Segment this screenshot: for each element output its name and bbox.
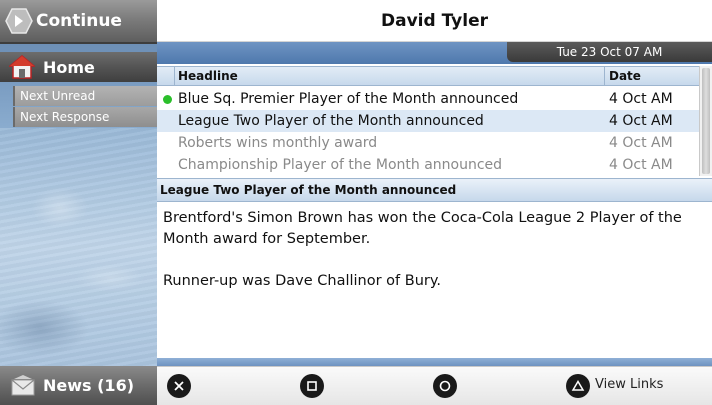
next-unread-button[interactable]: Next Unread bbox=[13, 86, 157, 106]
home-icon bbox=[7, 55, 37, 79]
news-button[interactable]: News (16) bbox=[0, 366, 157, 405]
view-links-label[interactable]: View Links bbox=[595, 377, 663, 392]
row-date: 4 Oct AM bbox=[609, 135, 673, 151]
sidebar-background-photo bbox=[0, 128, 157, 366]
row-date: 4 Oct AM bbox=[609, 113, 673, 129]
unread-dot-icon bbox=[163, 95, 172, 104]
scrollbar-thumb[interactable] bbox=[702, 68, 710, 174]
table-scrollbar[interactable] bbox=[699, 66, 712, 176]
table-row[interactable]: Championship Player of the Month announc… bbox=[157, 154, 699, 176]
article-body: Brentford's Simon Brown has won the Coca… bbox=[157, 202, 712, 358]
next-response-button[interactable]: Next Response bbox=[13, 107, 157, 127]
current-date-badge: Tue 23 Oct 07 AM bbox=[507, 42, 712, 62]
article-paragraph: Brentford's Simon Brown has won the Coca… bbox=[163, 210, 682, 247]
home-label: Home bbox=[43, 57, 95, 77]
row-headline: Roberts wins monthly award bbox=[178, 135, 378, 151]
sidebar: Continue Home Next Unread Next Response … bbox=[0, 0, 157, 405]
row-date: 4 Oct AM bbox=[609, 91, 673, 107]
column-header-headline[interactable]: Headline bbox=[178, 69, 238, 83]
date-strip: Tue 23 Oct 07 AM bbox=[157, 42, 712, 64]
article-paragraph: Runner-up was Dave Challinor of Bury. bbox=[163, 273, 441, 289]
table-header: Headline Date bbox=[157, 66, 699, 86]
row-date: 4 Oct AM bbox=[609, 157, 673, 173]
cross-button-icon[interactable] bbox=[167, 374, 191, 398]
row-headline: Championship Player of the Month announc… bbox=[178, 157, 503, 173]
article-title: League Two Player of the Month announced bbox=[157, 178, 712, 202]
page-title: David Tyler bbox=[157, 0, 712, 42]
news-table: Headline Date Blue Sq. Premier Player of… bbox=[157, 64, 699, 176]
column-divider bbox=[174, 67, 175, 85]
envelope-icon bbox=[10, 374, 36, 397]
table-row[interactable]: Blue Sq. Premier Player of the Month ann… bbox=[157, 88, 699, 110]
column-header-date[interactable]: Date bbox=[607, 69, 641, 83]
square-button-icon[interactable] bbox=[300, 374, 324, 398]
column-divider bbox=[604, 67, 605, 85]
button-prompt-bar: View Links bbox=[157, 366, 712, 405]
continue-label: Continue bbox=[36, 11, 122, 31]
table-row[interactable]: Roberts wins monthly award 4 Oct AM bbox=[157, 132, 699, 154]
news-label: News (16) bbox=[43, 376, 135, 395]
circle-button-icon[interactable] bbox=[433, 374, 457, 398]
row-headline: Blue Sq. Premier Player of the Month ann… bbox=[178, 91, 519, 107]
continue-button[interactable]: Continue bbox=[0, 0, 157, 44]
home-button[interactable]: Home bbox=[0, 52, 157, 82]
row-headline: League Two Player of the Month announced bbox=[178, 113, 484, 129]
table-row-selected[interactable]: League Two Player of the Month announced… bbox=[157, 110, 699, 132]
continue-arrow-icon bbox=[4, 6, 34, 36]
triangle-button-icon[interactable] bbox=[566, 374, 590, 398]
bottom-strip bbox=[157, 358, 712, 366]
